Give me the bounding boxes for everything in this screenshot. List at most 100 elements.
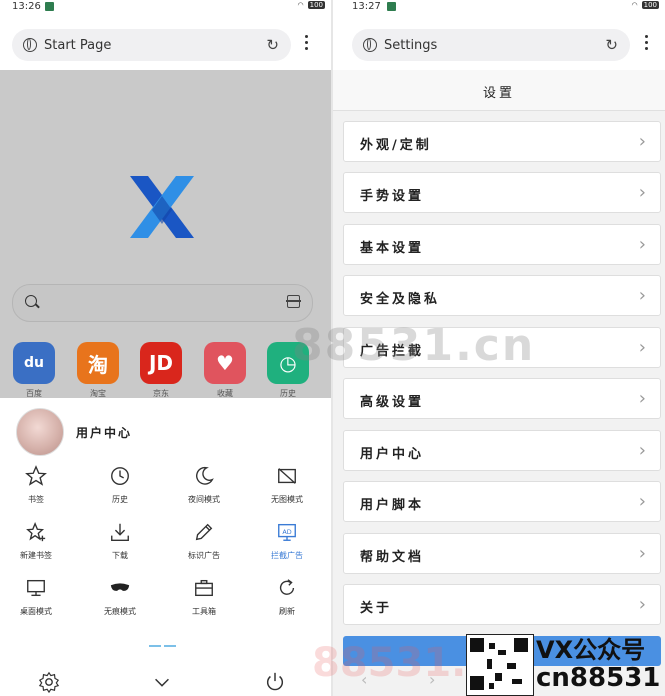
menu-label: 桌面模式 (20, 607, 52, 616)
menu-new-bookmark[interactable]: 新建书签 (3, 520, 69, 561)
status-indicators: ◠ 100 (632, 1, 659, 9)
refresh-icon (254, 576, 320, 600)
chevron-down-icon[interactable] (150, 670, 174, 694)
shortcut-baidu[interactable]: du 百度 (13, 342, 55, 399)
battery-level: 100 (307, 1, 325, 9)
status-time: 13:27 (352, 1, 381, 12)
scan-icon[interactable] (286, 295, 301, 308)
settings-advanced[interactable]: 高级设置 › (343, 378, 661, 419)
address-bar[interactable]: Settings ↻ (352, 29, 630, 61)
chevron-right-icon: › (638, 285, 646, 306)
chevron-right-icon: › (638, 491, 646, 512)
watermark-vx: VX公众号 cn88531 (536, 636, 660, 692)
watermark-site: 88531.cn (292, 320, 536, 371)
wifi-icon: ◠ (631, 1, 638, 9)
menu-label: 新建书签 (20, 551, 52, 560)
menu-label: 无痕模式 (104, 607, 136, 616)
star-icon (3, 464, 69, 488)
settings-appearance[interactable]: 外观/定制 › (343, 121, 661, 162)
svg-text:AD: AD (282, 528, 291, 536)
settings-about[interactable]: 关于 › (343, 584, 661, 625)
app-notification-icon (387, 2, 396, 11)
app-notification-icon (45, 2, 54, 11)
settings-user-center[interactable]: 用户中心 › (343, 430, 661, 471)
address-text: Start Page (44, 37, 112, 53)
settings-item-label: 外观/定制 (360, 138, 432, 153)
chevron-right-icon: › (638, 440, 646, 461)
page-title: 设置 (482, 86, 515, 101)
menu-label: 历史 (112, 495, 128, 504)
settings-user-scripts[interactable]: 用户脚本 › (343, 481, 661, 522)
chevron-right-icon: › (638, 337, 646, 358)
address-bar[interactable]: Start Page ↻ (12, 29, 291, 61)
menu-refresh[interactable]: 刷新 (254, 576, 320, 617)
menu-bookmarks[interactable]: 书签 (3, 464, 69, 505)
battery-level: 100 (641, 1, 659, 9)
clock-icon (87, 464, 153, 488)
settings-item-label: 帮助文档 (360, 550, 425, 565)
settings-item-label: 用户脚本 (360, 498, 425, 513)
menu-history[interactable]: 历史 (87, 464, 153, 505)
power-icon[interactable] (263, 670, 287, 694)
menu-label: 标识广告 (188, 551, 220, 560)
mask-icon (87, 576, 153, 600)
watermark-vx-text: VX公众号 (536, 636, 646, 664)
shortcut-favorites[interactable]: ♥ 收藏 (204, 342, 246, 399)
taobao-icon: 淘 (77, 342, 119, 384)
menu-incognito-mode[interactable]: 无痕模式 (87, 576, 153, 617)
ad-block-icon: AD (254, 520, 320, 544)
x-logo-icon (130, 176, 194, 238)
menu-label: 拦截广告 (271, 551, 303, 560)
settings-item-label: 手势设置 (360, 189, 425, 204)
reload-icon[interactable]: ↻ (266, 36, 279, 54)
menu-downloads[interactable]: 下载 (87, 520, 153, 561)
reload-icon[interactable]: ↻ (605, 36, 618, 54)
settings-basic[interactable]: 基本设置 › (343, 224, 661, 265)
overflow-menu-icon[interactable] (305, 35, 309, 53)
globe-icon (363, 38, 377, 52)
avatar[interactable] (16, 408, 64, 456)
menu-label: 下载 (112, 551, 128, 560)
user-center-entry[interactable]: 用户中心 (16, 408, 132, 456)
chevron-right-icon: › (638, 594, 646, 615)
menu-night-mode[interactable]: 夜间模式 (171, 464, 237, 505)
settings-privacy[interactable]: 安全及隐私 › (343, 275, 661, 316)
search-input[interactable] (12, 284, 313, 322)
watermark-code: cn88531 (536, 663, 661, 693)
toolbox-icon (171, 576, 237, 600)
settings-item-label: 基本设置 (360, 241, 425, 256)
wifi-icon: ◠ (297, 1, 304, 9)
settings-header: 设置 (333, 70, 665, 111)
status-indicators: ◠ 100 (298, 1, 325, 9)
download-icon (87, 520, 153, 544)
pencil-icon (171, 520, 237, 544)
menu-label: 书签 (28, 495, 44, 504)
settings-gestures[interactable]: 手势设置 › (343, 172, 661, 213)
chevron-right-icon: › (638, 543, 646, 564)
search-icon (25, 295, 37, 307)
menu-label: 无图模式 (271, 495, 303, 504)
no-image-icon (254, 464, 320, 488)
shortcut-taobao[interactable]: 淘 淘宝 (77, 342, 119, 399)
settings-help[interactable]: 帮助文档 › (343, 533, 661, 574)
browser-start-page-pane: 13:26 ◠ 100 Start Page ↻ du 百度 淘 淘宝 JD 京… (0, 0, 331, 696)
address-text: Settings (384, 37, 438, 53)
menu-desktop-mode[interactable]: 桌面模式 (3, 576, 69, 617)
status-bar: 13:27 ◠ 100 (333, 0, 665, 14)
overflow-menu-icon[interactable] (645, 35, 649, 53)
menu-block-ads[interactable]: AD 拦截广告 (254, 520, 320, 561)
shortcut-jd[interactable]: JD 京东 (140, 342, 182, 399)
moon-icon (171, 464, 237, 488)
globe-icon (23, 38, 37, 52)
menu-bottom-bar (0, 666, 331, 696)
jd-icon: JD (140, 342, 182, 384)
settings-item-label: 安全及隐私 (360, 292, 441, 307)
settings-gear-icon[interactable] (37, 670, 61, 694)
menu-label: 刷新 (279, 607, 295, 616)
menu-toolbox[interactable]: 工具箱 (171, 576, 237, 617)
menu-no-image-mode[interactable]: 无图模式 (254, 464, 320, 505)
menu-mark-ads[interactable]: 标识广告 (171, 520, 237, 561)
desktop-icon (3, 576, 69, 600)
status-bar: 13:26 ◠ 100 (0, 0, 331, 14)
baidu-icon: du (13, 342, 55, 384)
